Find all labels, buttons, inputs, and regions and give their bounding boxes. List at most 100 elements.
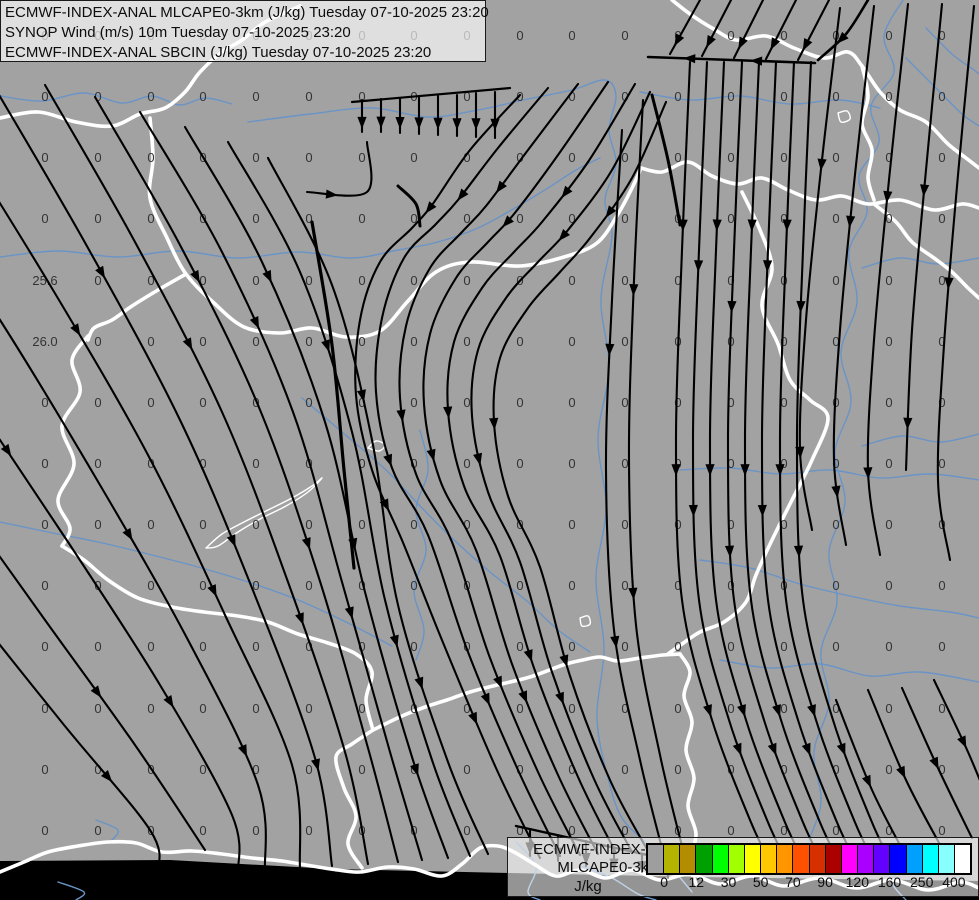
sbcin-zero-label: 0 [516, 701, 523, 716]
sbcin-zero-label: 0 [463, 762, 470, 777]
sbcin-zero-label: 0 [938, 211, 945, 226]
title-line-synop-wind: SYNOP Wind (m/s) 10m Tuesday 07-10-2025 … [5, 24, 351, 41]
sbcin-zero-label: 0 [305, 762, 312, 777]
sbcin-zero-label: 0 [463, 273, 470, 288]
sbcin-zero-label: 0 [305, 89, 312, 104]
sbcin-zero-label: 0 [41, 639, 48, 654]
sbcin-zero-label: 0 [568, 456, 575, 471]
sbcin-zero-label: 0 [938, 639, 945, 654]
sbcin-zero-label: 0 [41, 578, 48, 593]
colorbar-tick-label: 160 [877, 874, 902, 890]
sbcin-zero-label: 0 [147, 89, 154, 104]
colorbar-cell [744, 845, 762, 873]
sbcin-zero-label: 0 [674, 762, 681, 777]
colorbar-tick-label: 70 [785, 874, 801, 890]
colorbar-tick-label: 400 [942, 874, 966, 890]
sbcin-zero-label: 0 [938, 823, 945, 838]
colorbar-cell [825, 845, 842, 873]
colorbar-cell [874, 845, 891, 873]
sbcin-zero-label: 0 [621, 211, 628, 226]
sbcin-zero-label: 0 [147, 578, 154, 593]
colorbar-tick-label: 0 [660, 874, 668, 890]
sbcin-zero-label: 0 [516, 211, 523, 226]
sbcin-zero-label: 0 [938, 456, 945, 471]
sbcin-zero-label: 0 [199, 395, 206, 410]
sbcin-zero-label: 0 [41, 456, 48, 471]
colorbar-ticks: 0 12 30 50 70 90 120 160 250 400 [508, 874, 978, 894]
mlcape-color-legend: ECMWF-INDEX-ANAL MLCAPE0-3km J/kg 0 12 30 5… [507, 837, 979, 897]
sbcin-zero-label: 0 [516, 578, 523, 593]
sbcin-zero-label: 0 [358, 150, 365, 165]
sbcin-zero-label: 0 [568, 578, 575, 593]
sbcin-zero-label: 0 [832, 639, 839, 654]
sbcin-zero-label: 0 [780, 639, 787, 654]
sbcin-zero-label: 0 [780, 150, 787, 165]
sbcin-zero-label: 0 [516, 639, 523, 654]
sbcin-zero-label: 0 [674, 89, 681, 104]
sbcin-zero-label: 0 [94, 150, 101, 165]
sbcin-zero-label: 0 [199, 639, 206, 654]
sbcin-zero-label: 0 [147, 334, 154, 349]
colorbar-cell [890, 845, 907, 873]
sbcin-zero-label: 0 [305, 395, 312, 410]
sbcin-zero-label: 0 [94, 211, 101, 226]
sbcin-zero-label: 0 [885, 517, 892, 532]
sbcin-zero-label: 0 [252, 89, 259, 104]
sbcin-zero-label: 0 [832, 150, 839, 165]
sbcin-zero-label: 0 [410, 273, 417, 288]
colorbar-tick-label: 120 [845, 874, 869, 890]
sbcin-zero-label: 0 [621, 395, 628, 410]
sbcin-zero-label: 0 [41, 150, 48, 165]
sbcin-zero-label: 0 [252, 823, 259, 838]
sbcin-zero-label: 0 [41, 211, 48, 226]
sbcin-zero-label: 0 [199, 334, 206, 349]
sbcin-zero-label: 0 [410, 150, 417, 165]
sbcin-zero-label: 0 [516, 28, 523, 43]
sbcin-zero-label: 0 [727, 211, 734, 226]
sbcin-zero-label: 0 [568, 639, 575, 654]
sbcin-zero-label: 0 [199, 701, 206, 716]
sbcin-zero-label: 0 [305, 701, 312, 716]
sbcin-zero-label: 0 [252, 211, 259, 226]
sbcin-zero-label: 0 [305, 334, 312, 349]
sbcin-zero-label: 0 [885, 762, 892, 777]
sbcin-zero-label: 0 [147, 150, 154, 165]
sbcin-zero-label: 0 [358, 273, 365, 288]
sbcin-zero-label: 0 [516, 456, 523, 471]
sbcin-zero-label: 0 [252, 701, 259, 716]
sbcin-zero-label: 0 [727, 28, 734, 43]
sbcin-zero-label: 0 [41, 762, 48, 777]
sbcin-zero-label: 0 [147, 211, 154, 226]
sbcin-zero-label: 0 [94, 639, 101, 654]
sbcin-zero-label: 0 [885, 273, 892, 288]
colorbar-cell [858, 845, 875, 873]
sbcin-zero-label: 0 [674, 150, 681, 165]
sbcin-zero-label: 0 [780, 701, 787, 716]
sbcin-zero-label: 0 [885, 578, 892, 593]
colorbar-cell [841, 845, 859, 873]
sbcin-zero-label: 0 [94, 334, 101, 349]
sbcin-zero-label: 0 [252, 456, 259, 471]
sbcin-zero-label: 0 [516, 395, 523, 410]
colorbar-tick-label: 90 [817, 874, 833, 890]
sbcin-zero-label: 0 [305, 823, 312, 838]
sbcin-zero-label: 0 [147, 395, 154, 410]
sbcin-zero-label: 0 [727, 639, 734, 654]
sbcin-zero-label: 0 [358, 762, 365, 777]
sbcin-zero-label: 0 [41, 517, 48, 532]
sbcin-zero-label: 0 [463, 395, 470, 410]
title-line-mlcape: ECMWF-INDEX-ANAL MLCAPE0-3km (J/kg) Tues… [5, 4, 489, 21]
sbcin-zero-label: 0 [147, 639, 154, 654]
sbcin-zero-label: 0 [41, 823, 48, 838]
colorbar-cell [712, 845, 729, 873]
colorbar-cell [648, 845, 665, 873]
sbcin-zero-label: 0 [621, 517, 628, 532]
sbcin-zero-label: 0 [94, 273, 101, 288]
sbcin-zero-label: 0 [252, 273, 259, 288]
colorbar-cell [664, 845, 681, 873]
colorbar-cell [954, 845, 971, 873]
sbcin-zero-label: 0 [568, 517, 575, 532]
sbcin-zero-label: 0 [358, 211, 365, 226]
sbcin-zero-label: 0 [885, 89, 892, 104]
sbcin-zero-label: 0 [199, 578, 206, 593]
